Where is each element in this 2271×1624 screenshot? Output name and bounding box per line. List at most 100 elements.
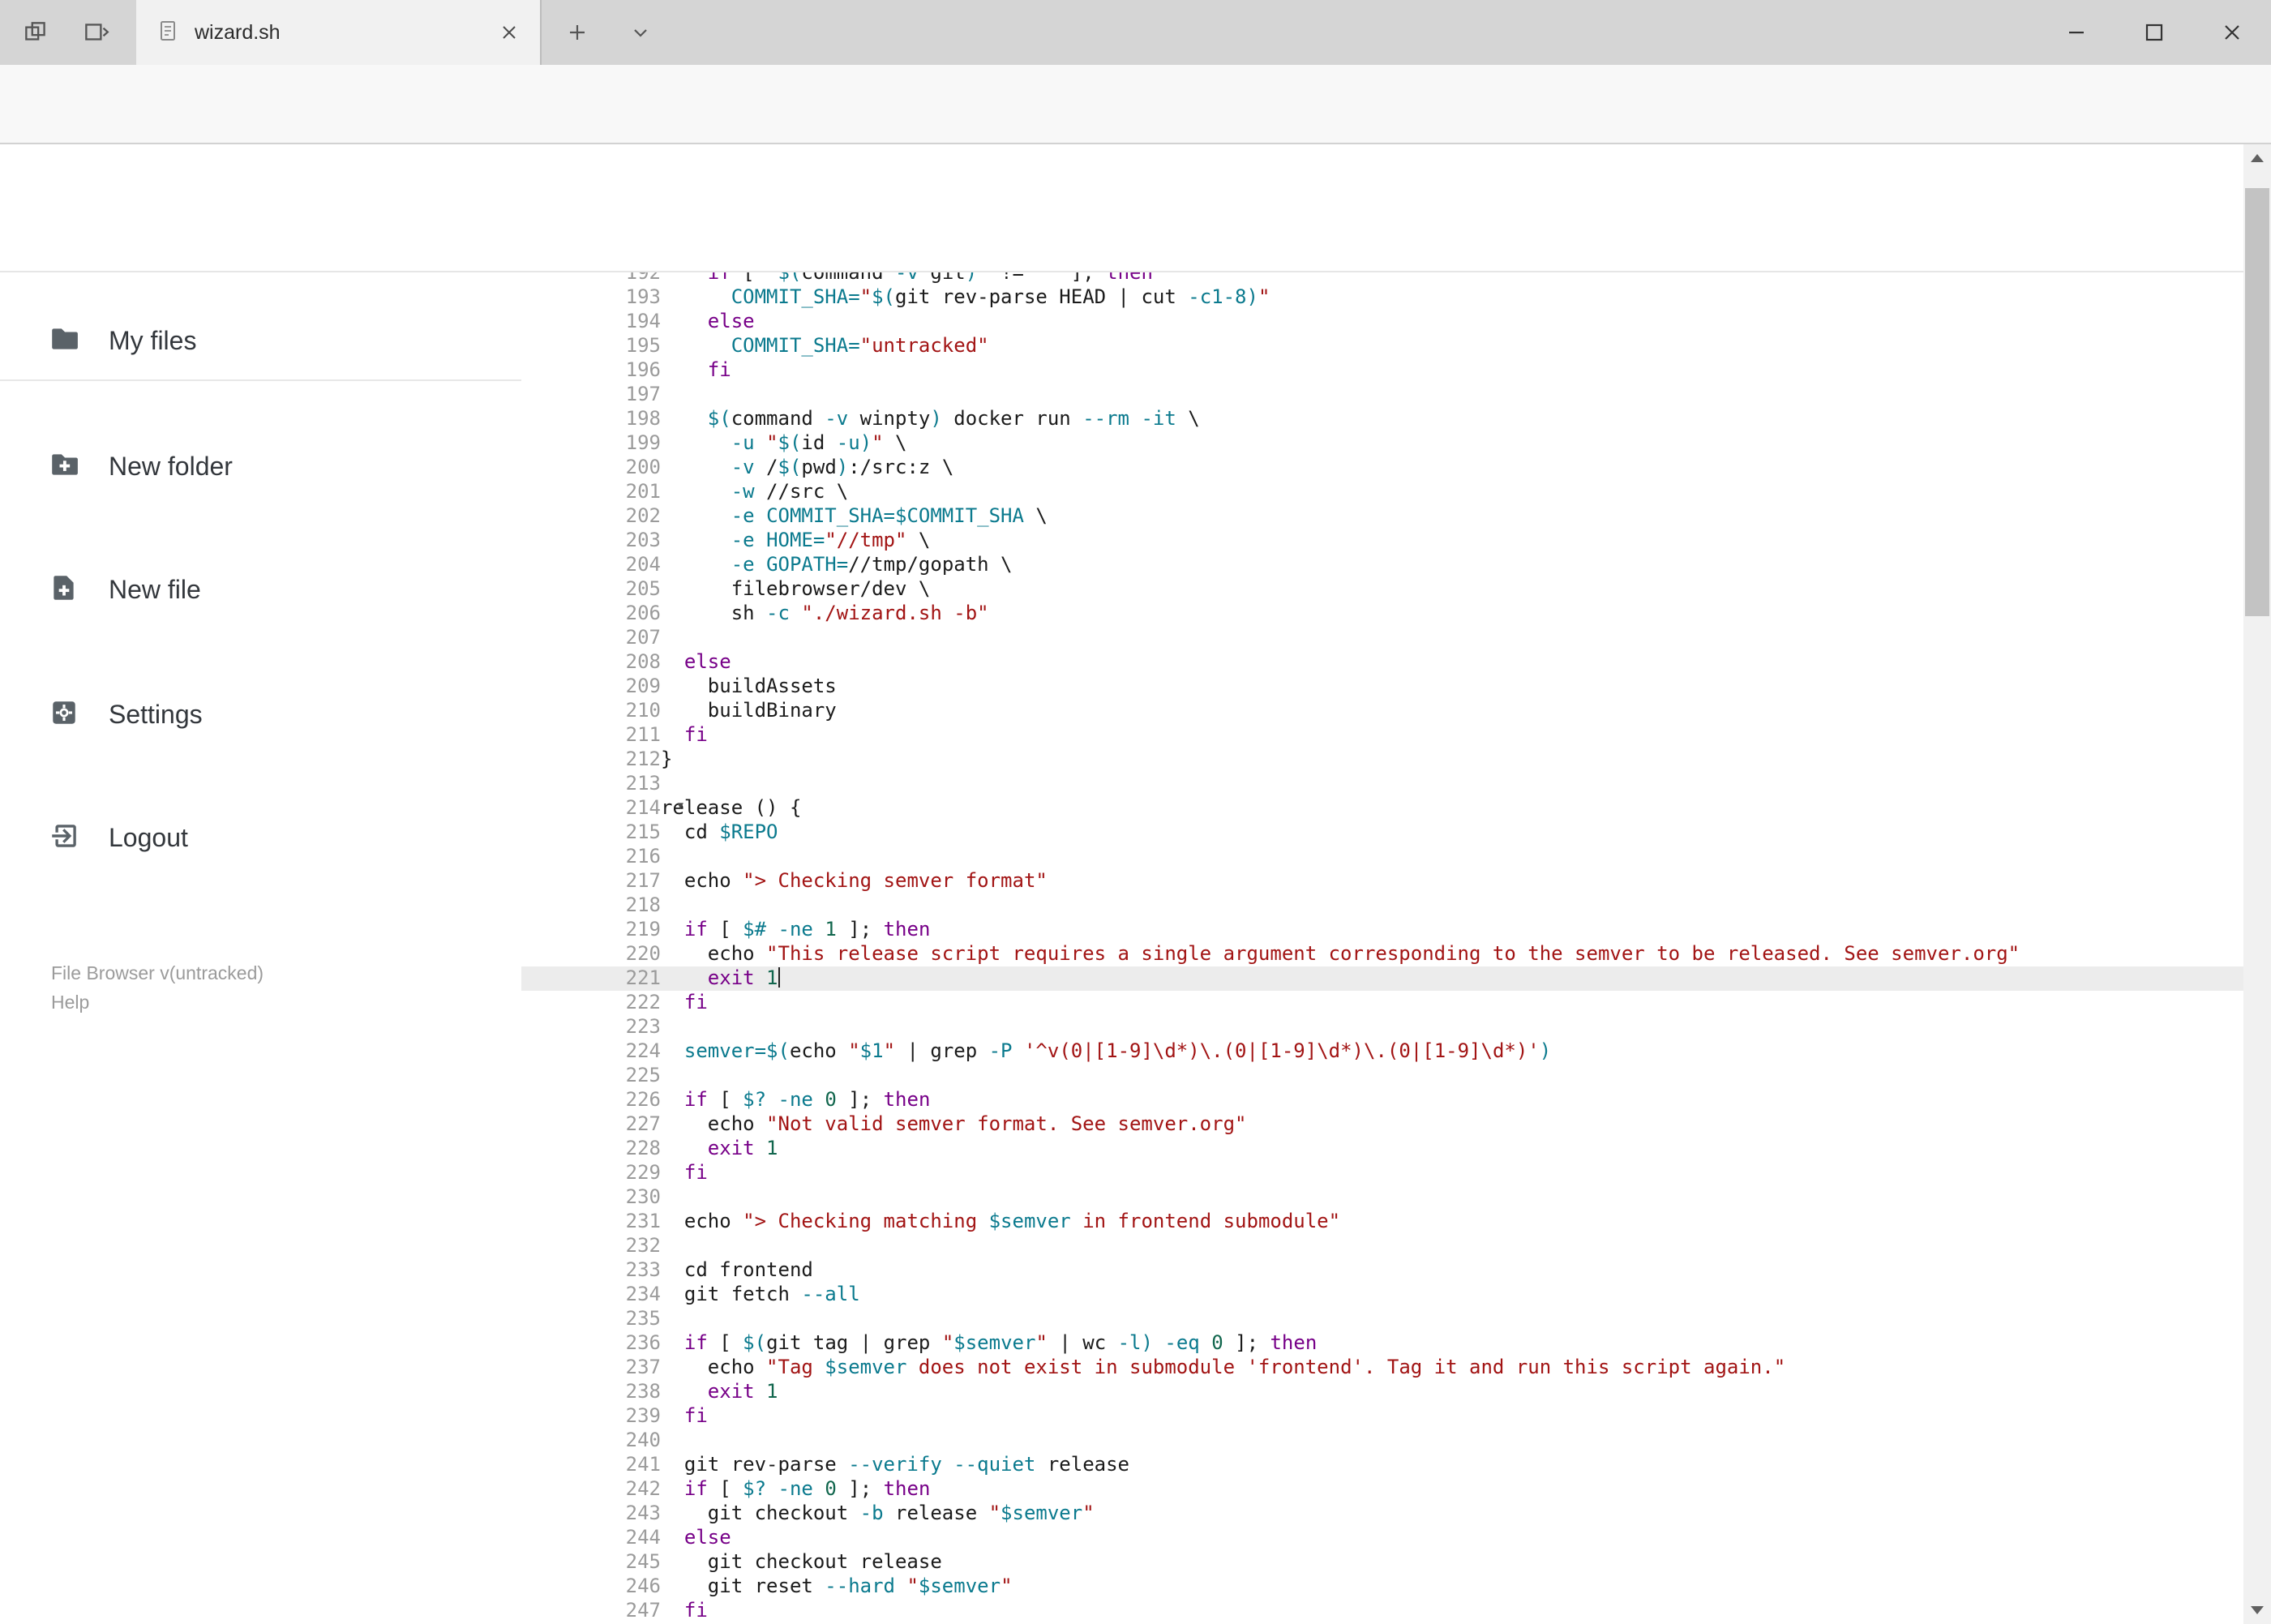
code-line[interactable]: 215 cd $REPO — [521, 821, 2243, 845]
tab-preview-icon[interactable] — [18, 15, 54, 50]
sidebar-item-logout[interactable]: Logout — [0, 799, 521, 876]
code-line[interactable]: 194 else — [521, 310, 2243, 334]
code-text: -e COMMIT_SHA=$COMMIT_SHA \ — [731, 504, 1048, 527]
line-number: 221 — [625, 966, 661, 989]
code-line[interactable]: 192 if [ "$(command -v git)" != "" ]; th… — [521, 272, 2243, 285]
code-line[interactable]: 231 echo "> Checking matching $semver in… — [521, 1210, 2243, 1234]
code-text: fi — [683, 1161, 708, 1184]
line-number: 246 — [625, 1575, 661, 1597]
line-number: 211 — [625, 723, 661, 746]
tabs-aside-icon[interactable] — [78, 15, 114, 50]
code-line[interactable]: 208 else — [521, 650, 2243, 675]
sidebar-item-my-files[interactable]: My files — [0, 302, 521, 379]
code-line[interactable]: 236 if [ $(git tag | grep "$semver" | wc… — [521, 1331, 2243, 1356]
scroll-down-icon[interactable] — [2243, 1596, 2271, 1624]
minimize-icon[interactable] — [2037, 0, 2115, 65]
fold-marker-icon[interactable]: ▾ — [676, 796, 685, 814]
code-line[interactable]: 203 -e HOME="//tmp" \ — [521, 529, 2243, 553]
line-number: 204 — [625, 553, 661, 576]
code-line[interactable]: 232 — [521, 1234, 2243, 1258]
code-line[interactable]: 193 COMMIT_SHA="$(git rev-parse HEAD | c… — [521, 285, 2243, 310]
tab-strip: wizard.sh — [0, 0, 2271, 65]
code-line[interactable]: 209 buildAssets — [521, 675, 2243, 699]
code-line[interactable]: 233 cd frontend — [521, 1258, 2243, 1283]
code-line[interactable]: 242 if [ $? -ne 0 ]; then — [521, 1477, 2243, 1502]
scrollbar-thumb[interactable] — [2245, 188, 2269, 616]
tab-close-icon[interactable] — [493, 16, 525, 49]
code-line[interactable]: 238 exit 1 — [521, 1380, 2243, 1404]
code-line[interactable]: 212} — [521, 748, 2243, 772]
line-number: 206 — [625, 602, 661, 624]
code-line[interactable]: 222 fi — [521, 991, 2243, 1015]
code-line[interactable]: 206 sh -c "./wizard.sh -b" — [521, 602, 2243, 626]
code-line[interactable]: 239 fi — [521, 1404, 2243, 1429]
code-line[interactable]: 226 if [ $? -ne 0 ]; then — [521, 1088, 2243, 1112]
line-number: 205 — [625, 577, 661, 600]
code-line[interactable]: 198 $(command -v winpty) docker run --rm… — [521, 407, 2243, 431]
code-line[interactable]: 211 fi — [521, 723, 2243, 748]
code-line[interactable]: 228 exit 1 — [521, 1137, 2243, 1161]
code-text: cd $REPO — [661, 821, 778, 843]
line-number: 225 — [625, 1064, 661, 1086]
code-line[interactable]: 230 — [521, 1185, 2243, 1210]
code-line[interactable]: 234 git fetch --all — [521, 1283, 2243, 1307]
tabs-chevron-icon[interactable] — [623, 15, 658, 50]
code-line[interactable]: 245 git checkout release — [521, 1550, 2243, 1575]
code-line[interactable]: 229 fi — [521, 1161, 2243, 1185]
code-text: COMMIT_SHA="$(git rev-parse HEAD | cut -… — [731, 285, 1270, 308]
code-editor[interactable]: 192 if [ "$(command -v git)" != "" ]; th… — [521, 272, 2243, 1624]
help-link[interactable]: Help — [51, 988, 264, 1017]
line-number: 209 — [625, 675, 661, 697]
code-line[interactable]: 227 echo "Not valid semver format. See s… — [521, 1112, 2243, 1137]
code-line[interactable]: 197 — [521, 383, 2243, 407]
code-line[interactable]: 202 -e COMMIT_SHA=$COMMIT_SHA \ — [521, 504, 2243, 529]
code-text: if [ $(git tag | grep "$semver" | wc -l)… — [683, 1331, 1318, 1354]
code-line[interactable]: 217 echo "> Checking semver format" — [521, 869, 2243, 893]
code-line[interactable]: 243 git checkout -b release "$semver" — [521, 1502, 2243, 1526]
sidebar-item-label: New folder — [109, 451, 233, 481]
code-line[interactable]: 225 — [521, 1064, 2243, 1088]
code-text: exit 1 — [707, 1380, 778, 1403]
code-line[interactable]: 235 — [521, 1307, 2243, 1331]
close-icon[interactable] — [2193, 0, 2271, 65]
sidebar-item-new-folder[interactable]: New folder — [0, 427, 521, 505]
code-line[interactable]: 204 -e GOPATH=//tmp/gopath \ — [521, 553, 2243, 577]
sidebar-item-new-file[interactable]: New file — [0, 551, 521, 628]
code-text: fi — [683, 991, 708, 1013]
vertical-scrollbar[interactable] — [2243, 144, 2271, 1624]
code-line[interactable]: 207 — [521, 626, 2243, 650]
maximize-icon[interactable] — [2115, 0, 2193, 65]
code-line[interactable]: 200 -v /$(pwd):/src:z \ — [521, 456, 2243, 480]
code-line[interactable]: 214 ▾ release () { — [521, 796, 2243, 821]
code-line[interactable]: 199 -u "$(id -u)" \ — [521, 431, 2243, 456]
line-number: 236 — [625, 1331, 661, 1354]
sidebar-item-settings[interactable]: Settings — [0, 675, 521, 753]
code-line[interactable]: 244 else — [521, 1526, 2243, 1550]
code-line[interactable]: 247 fi — [521, 1599, 2243, 1623]
code-line[interactable]: 246 git reset --hard "$semver" — [521, 1575, 2243, 1599]
code-line[interactable]: 218 — [521, 893, 2243, 918]
code-line[interactable]: 223 — [521, 1015, 2243, 1039]
code-line[interactable]: 201 -w //src \ — [521, 480, 2243, 504]
code-line[interactable]: 221 exit 1 — [521, 966, 2243, 991]
code-line[interactable]: 241 git rev-parse --verify --quiet relea… — [521, 1453, 2243, 1477]
code-line[interactable]: 196 fi — [521, 358, 2243, 383]
line-number: 230 — [625, 1185, 661, 1208]
scroll-up-icon[interactable] — [2243, 144, 2271, 172]
code-line[interactable]: 219 if [ $# -ne 1 ]; then — [521, 918, 2243, 942]
browser-tab[interactable]: wizard.sh — [136, 0, 542, 65]
code-line[interactable]: 195 COMMIT_SHA="untracked" — [521, 334, 2243, 358]
code-line[interactable]: 240 — [521, 1429, 2243, 1453]
code-text: echo "Not valid semver format. See semve… — [661, 1112, 1247, 1135]
line-number: 193 — [625, 285, 661, 308]
code-line[interactable]: 213 — [521, 772, 2243, 796]
code-line[interactable]: 237 echo "Tag $semver does not exist in … — [521, 1356, 2243, 1380]
code-line[interactable]: 210 buildBinary — [521, 699, 2243, 723]
code-line[interactable]: 205 filebrowser/dev \ — [521, 577, 2243, 602]
code-line[interactable]: 224 semver=$(echo "$1" | grep -P '^v(0|[… — [521, 1039, 2243, 1064]
code-line[interactable]: 216 — [521, 845, 2243, 869]
new-tab-icon[interactable] — [559, 15, 595, 50]
code-line[interactable]: 220 echo "This release script requires a… — [521, 942, 2243, 966]
